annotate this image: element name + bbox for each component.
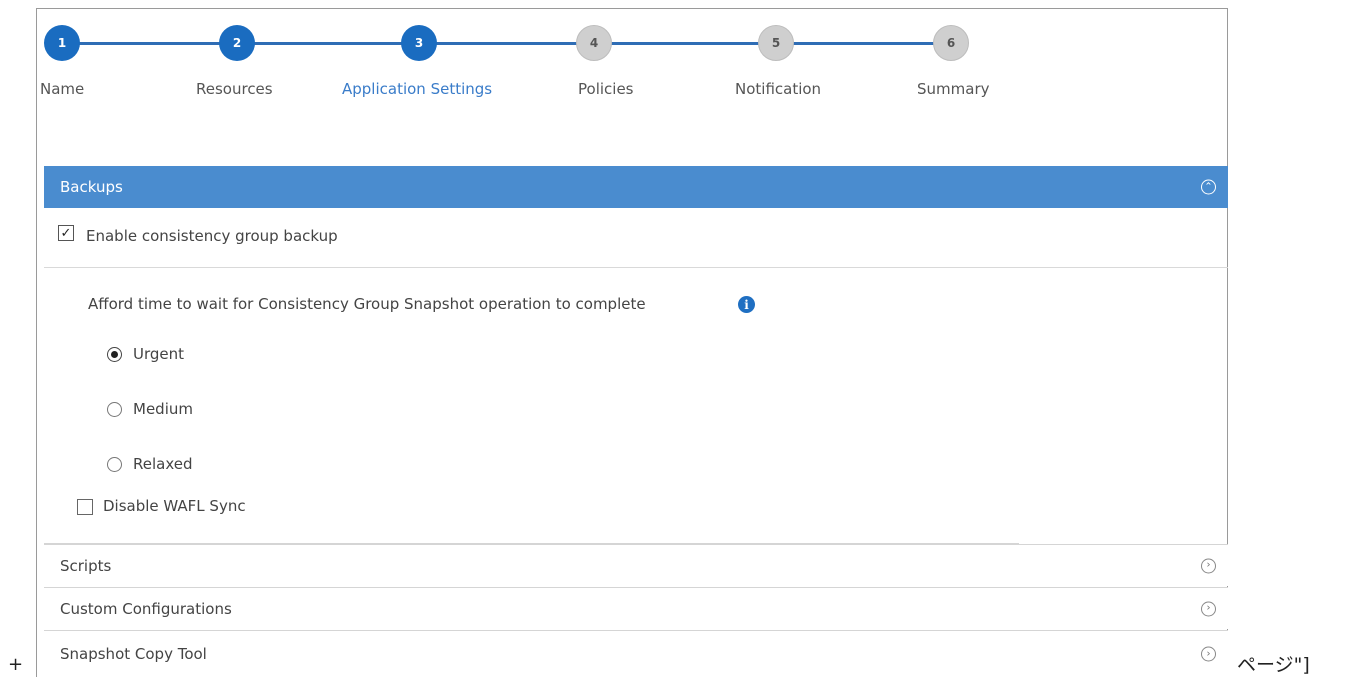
- plus-sign: +: [8, 654, 24, 675]
- custom-configurations-section-title: Custom Configurations: [60, 599, 232, 618]
- step-6-circle[interactable]: 6: [933, 25, 969, 61]
- step-3-label[interactable]: Application Settings: [342, 80, 492, 98]
- enable-cg-backup-checkbox[interactable]: ✓: [58, 225, 74, 241]
- relaxed-radio[interactable]: [107, 457, 122, 472]
- step-6-label[interactable]: Summary: [917, 80, 990, 98]
- step-4-label[interactable]: Policies: [578, 80, 633, 98]
- scripts-section-title: Scripts: [60, 556, 112, 575]
- step-2-circle[interactable]: 2: [219, 25, 255, 61]
- scripts-section-header[interactable]: Scripts ›: [44, 544, 1228, 586]
- urgent-radio[interactable]: [107, 347, 122, 362]
- step-connector: [594, 42, 776, 45]
- urgent-label: Urgent: [133, 345, 185, 363]
- disable-wafl-sync-label: Disable WAFL Sync: [103, 497, 246, 515]
- backups-section-title: Backups: [60, 178, 123, 196]
- step-5-circle[interactable]: 5: [758, 25, 794, 61]
- medium-label: Medium: [133, 400, 193, 418]
- custom-configurations-section-header[interactable]: Custom Configurations ›: [44, 587, 1228, 629]
- consistency-group-row: ✓ Enable consistency group backup: [44, 208, 1228, 268]
- trailing-text: ページ"]: [1237, 654, 1310, 676]
- step-2-label[interactable]: Resources: [196, 80, 273, 98]
- step-connector: [776, 42, 951, 45]
- enable-cg-backup-label: Enable consistency group backup: [86, 227, 338, 245]
- disable-wafl-sync-checkbox[interactable]: [77, 499, 93, 515]
- step-4-circle[interactable]: 4: [576, 25, 612, 61]
- medium-radio[interactable]: [107, 402, 122, 417]
- step-1-label[interactable]: Name: [40, 80, 84, 98]
- step-connector: [237, 42, 419, 45]
- relaxed-label: Relaxed: [133, 455, 193, 473]
- snapshot-copy-tool-section-header[interactable]: Snapshot Copy Tool ›: [44, 630, 1228, 677]
- snapshot-copy-tool-section-title: Snapshot Copy Tool: [60, 645, 207, 663]
- chevron-up-circle-icon[interactable]: ⌃: [1201, 179, 1216, 195]
- chevron-right-circle-icon[interactable]: ›: [1201, 601, 1216, 616]
- step-1-circle[interactable]: 1: [44, 25, 80, 61]
- step-connector: [62, 42, 237, 45]
- chevron-right-circle-icon[interactable]: ›: [1201, 558, 1216, 573]
- backups-section-header[interactable]: Backups ⌃: [44, 166, 1228, 208]
- step-5-label[interactable]: Notification: [735, 80, 821, 98]
- info-icon[interactable]: i: [738, 296, 755, 313]
- chevron-right-circle-icon[interactable]: ›: [1201, 646, 1216, 662]
- step-3-circle[interactable]: 3: [401, 25, 437, 61]
- step-connector: [419, 42, 594, 45]
- afford-time-label: Afford time to wait for Consistency Grou…: [88, 295, 646, 313]
